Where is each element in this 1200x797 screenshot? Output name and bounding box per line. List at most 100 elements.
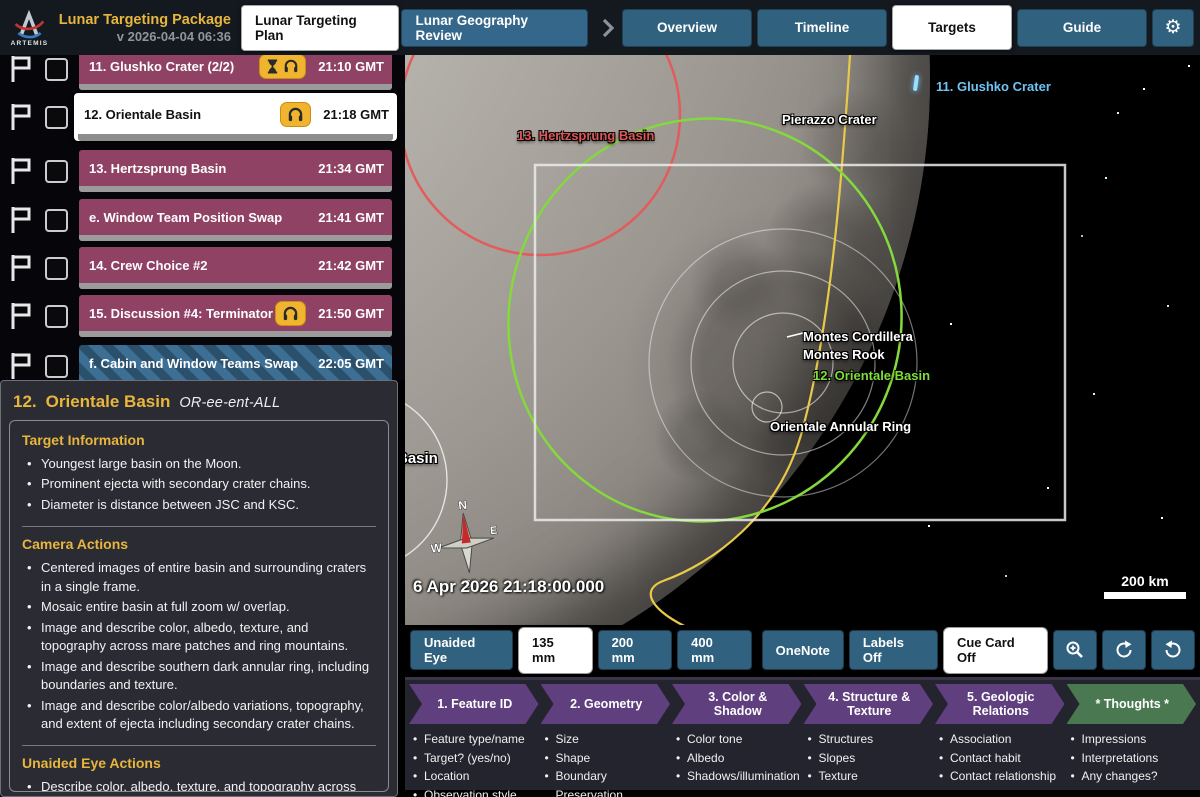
item-bar[interactable]: f. Cabin and Window Teams Swap 22:05 GMT: [79, 345, 392, 380]
checkbox[interactable]: [45, 355, 68, 378]
tab-guide[interactable]: Guide: [1017, 9, 1147, 47]
checkbox[interactable]: [45, 106, 68, 129]
app-version: v 2026-04-04 06:36: [57, 29, 231, 44]
flag-icon[interactable]: [6, 301, 36, 331]
item-label: 11. Glushko Crater (2/2): [89, 59, 259, 74]
item-bar[interactable]: 15. Discussion #4: Terminator 21:50 GMT: [79, 295, 392, 337]
lens-135mm-button[interactable]: 135 mm: [518, 627, 593, 674]
cue-bullet: Size: [541, 730, 671, 749]
orientale-target-circle: [456, 67, 954, 572]
progress-strip: [79, 84, 392, 90]
checkbox[interactable]: [45, 209, 68, 232]
cue-bullet: Location: [409, 767, 539, 786]
flag-icon[interactable]: [6, 351, 36, 380]
map-label-glushko: 11. Glushko Crater: [936, 79, 1051, 94]
gear-icon: ⚙: [1164, 16, 1181, 39]
bullet: Prominent ejecta with secondary crater c…: [22, 475, 376, 493]
labels-off-button[interactable]: Labels Off: [849, 630, 938, 670]
checkbox[interactable]: [45, 257, 68, 280]
tab-targets[interactable]: Targets: [892, 5, 1012, 50]
annular-ring-marker: [752, 392, 782, 422]
list-item-glushko[interactable]: 11. Glushko Crater (2/2) 21:10 GMT: [0, 55, 405, 90]
orientale-outer-ring: [649, 229, 917, 497]
cue-bullet: Slopes: [804, 749, 934, 768]
cue-header: 2. Geometry: [541, 684, 671, 724]
item-label: 12. Orientale Basin: [84, 107, 280, 122]
cue-bullet: Shape: [541, 749, 671, 768]
artemis-logo-icon: [11, 8, 47, 42]
tab-lunar-targeting-plan[interactable]: Lunar Targeting Plan: [241, 5, 400, 51]
flag-icon[interactable]: [6, 102, 36, 132]
rotate-cw-icon: [1114, 640, 1134, 660]
hourglass-icon: [266, 59, 279, 74]
item-time: 21:50 GMT: [318, 306, 384, 321]
cue-bullet: Any changes?: [1067, 767, 1197, 786]
moon-map-view[interactable]: N E S W 11. Glushko Crater Pierazzo Crat…: [405, 55, 1200, 625]
rotate-counterclockwise-button[interactable]: [1151, 630, 1195, 670]
cue-bullet: Observation style: [409, 786, 539, 797]
lens-200mm-button[interactable]: 200 mm: [598, 630, 673, 670]
app-title: Lunar Targeting Package: [57, 11, 231, 29]
flag-icon[interactable]: [6, 156, 36, 186]
cue-bullet: Impressions: [1067, 730, 1197, 749]
bullet: Youngest large basin on the Moon.: [22, 455, 376, 473]
timeline-sidebar: 11. Glushko Crater (2/2) 21:10 GMT: [0, 55, 405, 380]
item-bar[interactable]: 12. Orientale Basin 21:18 GMT: [74, 93, 397, 141]
logo-caption: ARTEMIS: [11, 40, 49, 47]
cue-bullet: Feature type/name: [409, 730, 539, 749]
map-toolbar: Unaided Eye 135 mm 200 mm 400 mm OneNote…: [405, 625, 1200, 675]
checkbox[interactable]: [45, 160, 68, 183]
list-item-hertzsprung[interactable]: 13. Hertzsprung Basin 21:34 GMT: [0, 150, 405, 192]
rotate-clockwise-button[interactable]: [1102, 630, 1146, 670]
target-detail-panel: 12. Orientale Basin OR-ee-ent-ALL Target…: [0, 380, 398, 797]
list-item-crew-choice[interactable]: 14. Crew Choice #2 21:42 GMT: [0, 247, 405, 289]
item-bar[interactable]: e. Window Team Position Swap 21:41 GMT: [79, 199, 392, 241]
tab-overview[interactable]: Overview: [622, 9, 752, 47]
cue-header: 3. Color & Shadow: [672, 684, 802, 724]
cue-column-structure-texture: 4. Structure & Texture Structures Slopes…: [804, 684, 934, 797]
scale-bar: [1104, 592, 1186, 599]
bullet: Image and describe color, albedo, textur…: [22, 619, 376, 656]
headphones-icon: [287, 107, 304, 122]
cue-card-off-button[interactable]: Cue Card Off: [943, 627, 1048, 674]
cue-bullet: Shadows/illumination: [672, 767, 802, 786]
tab-timeline[interactable]: Timeline: [757, 9, 887, 47]
list-item-discussion-terminator[interactable]: 15. Discussion #4: Terminator 21:50 GMT: [0, 295, 405, 337]
list-item-cabin-swap[interactable]: f. Cabin and Window Teams Swap 22:05 GMT: [0, 345, 405, 380]
cue-column-feature-id: 1. Feature ID Feature type/name Target? …: [409, 684, 539, 797]
zoom-in-button[interactable]: [1053, 630, 1097, 670]
item-label: 13. Hertzsprung Basin: [89, 161, 312, 176]
list-item-orientale[interactable]: 12. Orientale Basin 21:18 GMT: [0, 96, 405, 138]
tab-lunar-geography-review[interactable]: Lunar Geography Review: [401, 9, 588, 47]
cue-column-color-shadow: 3. Color & Shadow Color tone Albedo Shad…: [672, 684, 802, 797]
list-item-window-swap[interactable]: e. Window Team Position Swap 21:41 GMT: [0, 199, 405, 241]
checkbox[interactable]: [45, 58, 68, 81]
map-label-rook: Montes Rook: [803, 347, 885, 362]
cue-bullet: Texture: [804, 767, 934, 786]
onenote-button[interactable]: OneNote: [762, 630, 844, 670]
item-bar[interactable]: 11. Glushko Crater (2/2) 21:10 GMT: [79, 55, 392, 90]
item-bar[interactable]: 13. Hertzsprung Basin 21:34 GMT: [79, 150, 392, 192]
lens-400mm-button[interactable]: 400 mm: [677, 630, 752, 670]
item-bar[interactable]: 14. Crew Choice #2 21:42 GMT: [79, 247, 392, 289]
cue-header: * Thoughts *: [1067, 684, 1197, 724]
compass-e-label: E: [490, 525, 499, 538]
item-time: 21:41 GMT: [318, 210, 384, 225]
section-heading: Camera Actions: [22, 536, 376, 552]
section-heading: Target Information: [22, 432, 376, 448]
progress-strip: [78, 134, 393, 141]
lens-unaided-eye-button[interactable]: Unaided Eye: [410, 630, 513, 670]
headphones-icon: [283, 59, 299, 73]
item-label: f. Cabin and Window Teams Swap: [89, 356, 312, 371]
flag-icon[interactable]: [6, 55, 36, 84]
detail-title-row: 12. Orientale Basin OR-ee-ent-ALL: [9, 389, 389, 420]
item-time: 21:18 GMT: [323, 107, 389, 122]
settings-button[interactable]: ⚙: [1152, 9, 1194, 47]
cue-bullet: Contact relationship: [935, 767, 1065, 786]
flag-icon[interactable]: [6, 205, 36, 235]
flag-icon[interactable]: [6, 253, 36, 283]
checkbox[interactable]: [45, 305, 68, 328]
camera-fov-rectangle: [535, 165, 1065, 520]
doc-tabs-next-chevron[interactable]: [602, 18, 614, 38]
item-time: 21:34 GMT: [318, 161, 384, 176]
